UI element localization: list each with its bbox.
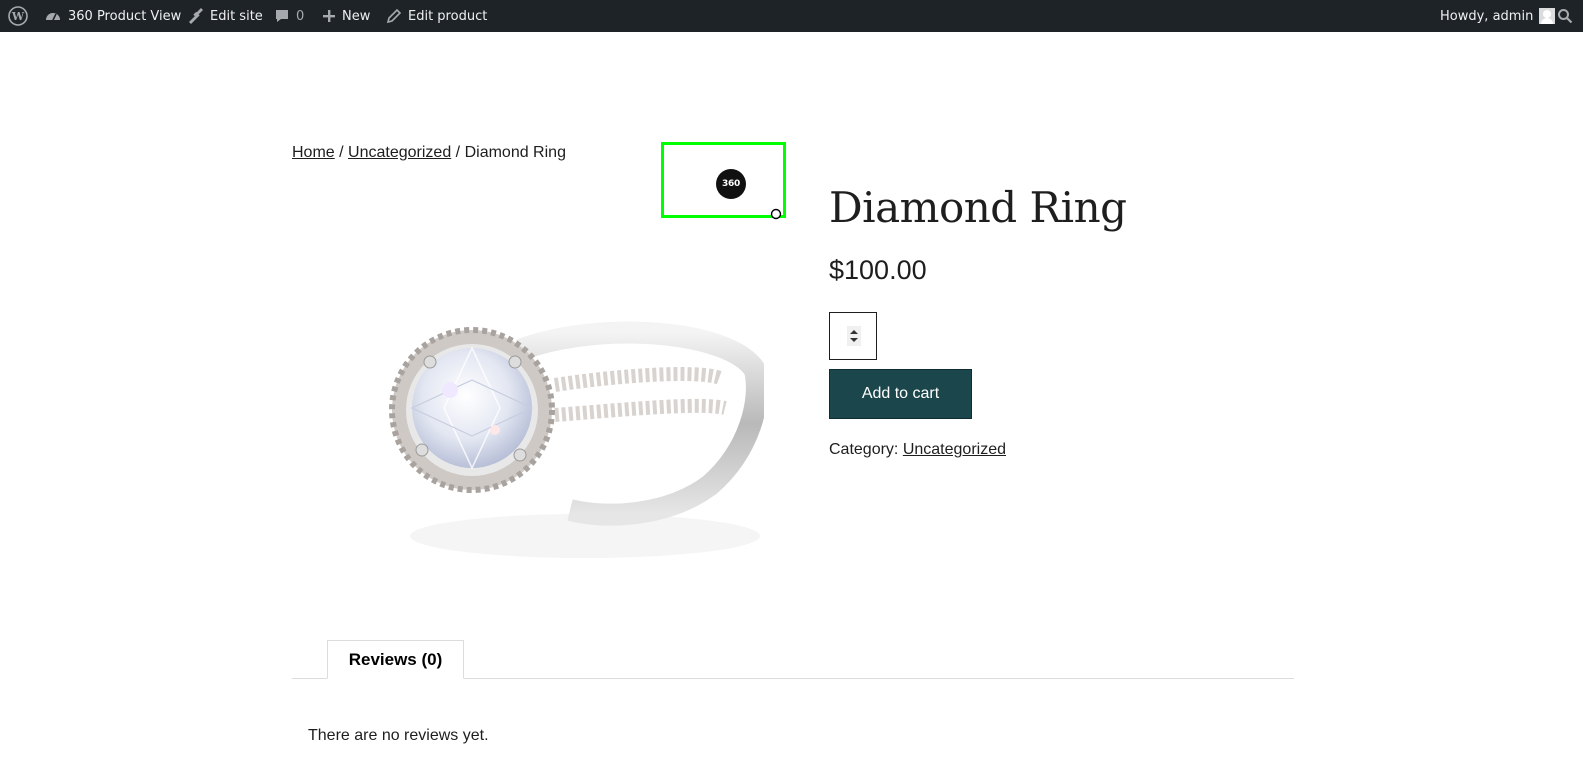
breadcrumb: Home / Uncategorized / Diamond Ring — [292, 144, 566, 162]
breadcrumb-category-link[interactable]: Uncategorized — [348, 144, 451, 161]
site-name-label: 360 Product View — [68, 8, 182, 24]
product-gallery — [292, 170, 792, 590]
quantity-stepper[interactable] — [829, 312, 877, 360]
rotate-360-icon[interactable]: 360 — [716, 169, 746, 199]
zoom-icon[interactable] — [770, 208, 782, 220]
spinner-arrows-icon — [850, 330, 858, 342]
product-title: Diamond Ring — [829, 183, 1127, 232]
wordpress-logo-icon[interactable]: W — [8, 0, 28, 32]
viewer-360-badge: 360 — [722, 179, 740, 189]
product-category: Category: Uncategorized — [829, 441, 1006, 459]
comments-link[interactable]: 0 — [274, 0, 304, 32]
product-image[interactable] — [370, 310, 764, 560]
svg-text:W: W — [11, 10, 25, 23]
plus-icon — [323, 10, 335, 22]
search-icon — [1558, 9, 1573, 24]
tab-reviews[interactable]: Reviews (0) — [327, 640, 464, 679]
product-price: $100.00 — [829, 255, 927, 285]
category-label: Category: — [829, 441, 899, 458]
brush-icon — [189, 8, 203, 24]
greeting-label: Howdy, admin — [1440, 8, 1534, 24]
pencil-icon — [386, 8, 402, 24]
add-to-cart-button[interactable]: Add to cart — [829, 369, 972, 419]
my-account-link[interactable]: Howdy, admin — [1440, 0, 1556, 32]
edit-product-link[interactable]: Edit product — [386, 0, 487, 32]
edit-site-link[interactable]: Edit site — [186, 0, 263, 32]
comments-count: 0 — [296, 8, 305, 24]
edit-site-label: Edit site — [210, 8, 263, 24]
breadcrumb-current: Diamond Ring — [464, 144, 566, 161]
comment-bubble-icon — [276, 10, 288, 22]
breadcrumb-separator: / — [455, 144, 461, 161]
search-toggle[interactable] — [1557, 0, 1573, 32]
new-content-link[interactable]: New — [322, 0, 370, 32]
avatar — [1539, 8, 1556, 24]
quantity-spinner[interactable] — [847, 326, 861, 346]
no-reviews-message: There are no reviews yet. — [308, 727, 489, 744]
breadcrumb-separator: / — [339, 144, 344, 161]
dashboard-icon — [46, 13, 60, 21]
site-name-link[interactable]: 360 Product View — [44, 0, 181, 32]
edit-product-label: Edit product — [408, 8, 488, 24]
viewer-360-trigger[interactable]: 360 — [661, 142, 786, 220]
admin-bar: W 360 Product View Edit site 0 New Edit … — [0, 0, 1583, 32]
category-link[interactable]: Uncategorized — [903, 441, 1006, 458]
new-label: New — [342, 8, 371, 24]
breadcrumb-home-link[interactable]: Home — [292, 144, 335, 161]
